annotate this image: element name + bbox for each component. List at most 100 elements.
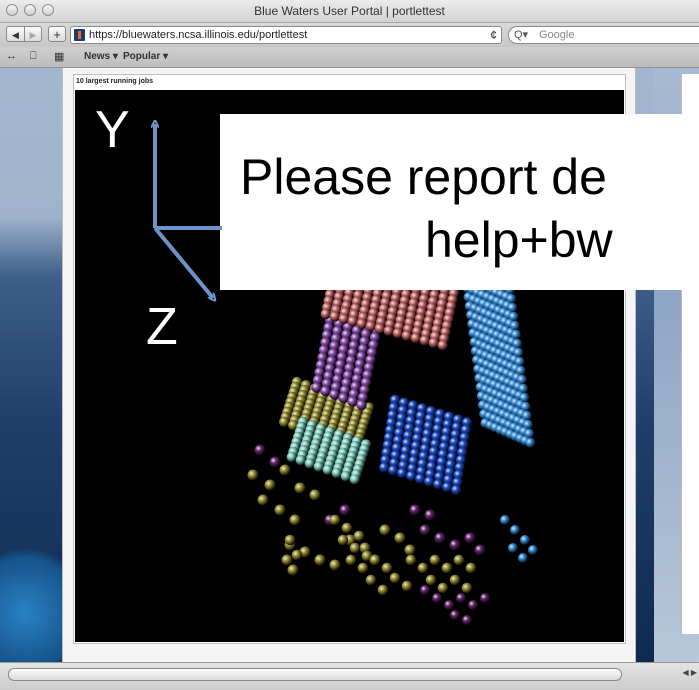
nav-buttons: ◀ ▶ [6,26,42,42]
sphere [341,522,353,534]
sphere [425,574,437,586]
sphere [480,593,490,603]
sphere [338,392,349,404]
sphere [429,554,441,566]
sphere [392,328,403,339]
search-field[interactable]: Q▾ Google [508,26,699,44]
sphere [379,524,391,536]
scrollbar-thumb[interactable] [8,668,622,681]
sphere [388,465,399,476]
sphere [287,564,299,576]
z-axis-label: Z [146,298,178,356]
sphere [304,458,315,469]
sphere [338,313,349,324]
sphere [289,514,301,526]
sphere [397,467,408,479]
sphere [464,532,476,544]
sphere [406,470,417,482]
sphere [419,335,430,346]
sphere [337,534,349,546]
scroll-arrows[interactable]: ◀ ▶ [682,668,697,677]
bookmarks-bar: ↔ ⎕ ▦ News ▾ Popular ▾ [0,47,699,68]
sphere [500,515,510,525]
sphere [356,399,367,411]
sphere [468,600,478,610]
sphere [437,582,449,594]
sphere [374,323,385,334]
search-placeholder: Google [539,29,575,41]
address-bar[interactable]: https://bluewaters.ncsa.illinois.edu/por… [70,26,502,44]
sphere [389,572,401,584]
sphere [401,330,412,341]
sphere [461,582,473,594]
portlet-title: 10 largest running jobs [76,78,154,85]
sphere [417,562,429,574]
sphere [274,504,286,516]
url-text[interactable]: https://bluewaters.ncsa.illinois.edu/por… [89,29,307,41]
sphere [329,559,341,571]
sphere [444,600,454,610]
sphere [254,444,266,456]
back-button[interactable]: ◀ [6,26,24,42]
bookmark-news[interactable]: News ▾ [84,51,118,62]
sphere [434,532,446,544]
browser-toolbar: ◀ ▶ + https://bluewaters.ncsa.illinois.e… [0,23,699,47]
sphere [433,479,444,490]
site-favicon-icon [74,29,85,41]
sphere [294,482,306,494]
sphere [449,539,461,551]
sphere [442,481,453,493]
sphere [264,479,276,491]
sphere [313,461,324,472]
sphere [365,320,376,332]
sphere [247,469,259,481]
bookmarks-book-icon[interactable]: ⎕ [30,50,37,63]
sphere [347,396,358,407]
sphere [508,543,518,553]
top-sites-grid-icon[interactable]: ▦ [54,50,64,63]
sphere [437,340,448,351]
sphere [441,562,453,574]
sphere [357,562,369,574]
sphere [451,484,462,496]
sphere [311,382,322,393]
sphere [528,545,538,555]
sphere [365,574,377,586]
sphere [353,530,365,542]
window-title: Blue Waters User Portal | portlettest [254,4,445,18]
sphere [424,476,435,487]
sphere [279,464,291,476]
add-bookmark-button[interactable]: + [48,26,66,42]
sphere [347,316,358,327]
horizontal-scrollbar[interactable]: ◀ ▶ [0,662,699,690]
sphere [329,311,340,322]
sphere [419,524,431,536]
sphere [320,385,331,397]
sphere [409,504,421,516]
reader-glasses-icon[interactable]: ↔ [6,50,17,62]
search-icon[interactable]: Q▾ [514,28,528,41]
sphere [291,549,303,561]
sphere [518,553,528,563]
bookmark-popular[interactable]: Popular ▾ [123,51,168,62]
sphere [449,574,461,586]
sphere [309,489,321,501]
sphere [453,554,465,566]
sphere [339,504,351,516]
y-axis-label: Y [95,101,130,159]
sphere [450,610,460,620]
callout-line-1: Please report de [240,149,607,205]
sphere [420,585,430,595]
sphere [432,593,442,603]
sphere [349,474,360,485]
sphere [424,509,436,521]
sphere [349,542,361,554]
sphere [379,462,390,473]
sphere [331,467,342,479]
sphere [383,325,394,336]
reload-icon[interactable]: ¢ [490,28,497,42]
sphere [345,554,357,566]
forward-button[interactable]: ▶ [24,26,42,42]
sphere [284,534,296,546]
sphere [295,455,306,466]
